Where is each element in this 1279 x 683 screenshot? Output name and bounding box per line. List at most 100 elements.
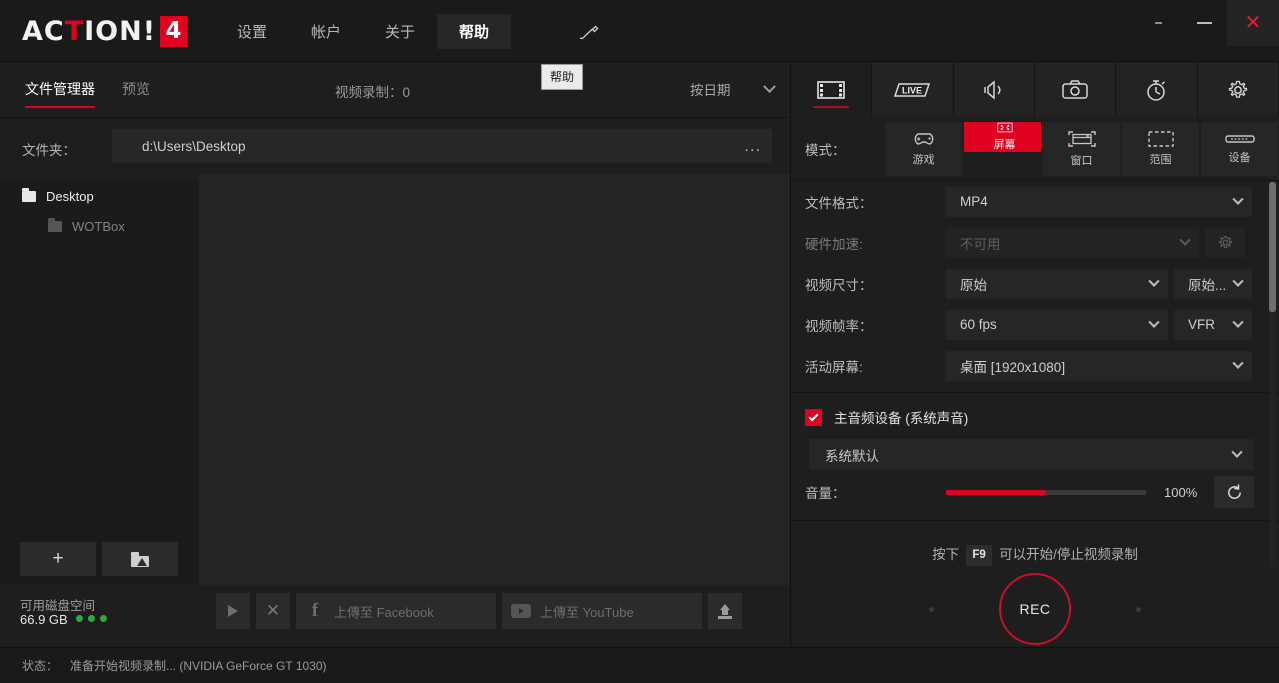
tab-screenshot[interactable] — [1034, 62, 1117, 117]
audio-device-value: 系统默认 — [825, 448, 879, 464]
settings-rows: 文件格式： MP4 硬件加速: 不可用 视频尺寸： 原始 原始... 视频帧率：… — [791, 181, 1279, 667]
nav-item-account[interactable]: 帐户 — [289, 14, 363, 49]
tab-preview[interactable]: 预览 — [122, 79, 150, 106]
window-restore-button[interactable] — [1135, 0, 1181, 46]
nav-item-about[interactable]: 关于 — [363, 14, 437, 49]
folder-icon — [22, 187, 36, 202]
camera-icon — [1062, 79, 1088, 99]
tree-item-wotbox[interactable]: WOTBox — [0, 211, 199, 241]
youtube-icon — [511, 604, 531, 618]
frame-rate-mode-dropdown[interactable]: VFR — [1174, 309, 1252, 340]
sort-dropdown-value: 按日期 — [690, 83, 731, 98]
volume-value: 100% — [1164, 484, 1198, 500]
play-icon — [228, 605, 238, 617]
folder-tree: Desktop WOTBox — [0, 181, 199, 585]
mode-button-screen[interactable]: 屏幕 — [964, 121, 1041, 152]
upload-button[interactable] — [708, 593, 742, 629]
help-tooltip: 帮助 — [541, 64, 584, 90]
chevron-down-icon — [1232, 275, 1244, 287]
video-size-dropdown[interactable]: 原始 — [946, 268, 1168, 299]
record-button[interactable]: REC — [999, 573, 1071, 645]
media-toolbar: ✕ f 上傳至 Facebook 上傳至 YouTube — [216, 593, 742, 629]
status-text: 准备开始视频录制... (NVIDIA GeForce GT 1030) — [70, 659, 327, 673]
active-screen-dropdown[interactable]: 桌面 [1920x1080] — [946, 350, 1252, 381]
logo-version-badge: 4 — [160, 15, 188, 47]
main-audio-label: 主音频设备 (系统声音) — [834, 411, 969, 426]
mode-buttons: 游戏 屏幕 窗口 范围 设备 — [885, 121, 1278, 176]
volume-slider[interactable] — [946, 489, 1146, 495]
folder-browse-button[interactable]: ... — [738, 133, 768, 159]
mode-button-window[interactable]: 窗口 — [1043, 121, 1120, 176]
play-button[interactable] — [216, 593, 250, 629]
row-video-size: 视频尺寸： 原始 原始... — [791, 263, 1279, 304]
mode-button-region[interactable]: 范围 — [1122, 121, 1199, 176]
tab-file-manager[interactable]: 文件管理器 — [25, 79, 95, 108]
logo-wordmark: ACTION! — [22, 15, 157, 47]
chevron-down-icon — [1148, 316, 1160, 328]
folder-icon — [48, 217, 62, 232]
nav-item-settings[interactable]: 设置 — [215, 14, 289, 49]
window-close-button[interactable]: ✕ — [1227, 0, 1279, 46]
window-icon — [1067, 131, 1096, 147]
film-strip-icon — [817, 80, 845, 99]
status-label: 状态： — [22, 659, 59, 673]
record-dot-right — [1136, 607, 1141, 612]
video-size-secondary-dropdown[interactable]: 原始... — [1174, 268, 1252, 299]
gamepad-icon — [914, 133, 933, 145]
mode-tabbar: LIVE — [791, 62, 1279, 117]
volume-reset-button[interactable] — [1214, 476, 1254, 508]
up-folder-icon — [131, 551, 149, 567]
recording-settings-panel: LIVE 模式： 游戏 屏幕 窗口 范围 设备 文件格式： MP4 硬件加速: … — [790, 62, 1279, 647]
svg-text:LIVE: LIVE — [902, 85, 922, 95]
recordings-count: 视频录制：0 — [335, 85, 411, 100]
record-area: 按下 F9 可以开始/停止视频录制 REC — [791, 527, 1279, 667]
file-format-dropdown[interactable]: MP4 — [946, 186, 1252, 217]
chevron-down-icon — [1148, 275, 1160, 287]
file-format-label: 文件格式： — [805, 195, 873, 211]
settings-scrollbar-track[interactable] — [1269, 182, 1276, 567]
tab-live[interactable]: LIVE — [872, 62, 954, 117]
delete-button[interactable]: ✕ — [256, 593, 290, 629]
nav-item-help[interactable]: 帮助 — [437, 14, 512, 49]
upload-youtube-label: 上傳至 YouTube — [540, 604, 634, 620]
frame-rate-value: 60 fps — [960, 317, 997, 332]
tree-item-desktop[interactable]: Desktop — [0, 181, 199, 211]
row-active-screen: 活动屏幕: 桌面 [1920x1080] — [791, 345, 1279, 386]
tab-benchmark[interactable] — [1116, 62, 1198, 117]
upload-youtube-button[interactable]: 上傳至 YouTube — [502, 593, 702, 629]
volume-label: 音量： — [805, 486, 846, 501]
upload-facebook-button[interactable]: f 上傳至 Facebook — [296, 593, 496, 629]
hw-accel-settings-button[interactable] — [1205, 227, 1245, 258]
window-controls: ✕ — [1135, 0, 1279, 46]
frame-rate-mode-value: VFR — [1188, 317, 1215, 332]
chevron-down-icon — [1232, 357, 1244, 369]
close-icon: ✕ — [1244, 12, 1262, 34]
mode-button-device[interactable]: 设备 — [1201, 121, 1278, 176]
tab-video[interactable] — [791, 62, 873, 117]
settings-scrollbar-thumb[interactable] — [1269, 182, 1276, 312]
live-icon: LIVE — [894, 82, 931, 97]
row-frame-rate: 视频帧率： 60 fps VFR — [791, 304, 1279, 345]
folder-path-field[interactable]: d:\Users\Desktop ... — [112, 129, 772, 163]
folder-label: 文件夹： — [22, 143, 76, 158]
parent-folder-button[interactable] — [102, 542, 178, 576]
sort-dropdown[interactable]: 按日期 — [690, 78, 776, 100]
pen-icon[interactable] — [577, 20, 601, 44]
mode-button-label: 屏幕 — [993, 138, 1016, 151]
audio-device-dropdown[interactable]: 系统默认 — [809, 439, 1253, 470]
add-folder-button[interactable]: + — [20, 542, 96, 576]
folder-path-value: d:\Users\Desktop — [142, 138, 246, 154]
mode-button-game[interactable]: 游戏 — [885, 121, 962, 176]
main-audio-checkbox[interactable] — [805, 408, 822, 426]
tab-settings[interactable] — [1197, 62, 1279, 117]
row-audio-device-toggle: 主音频设备 (系统声音) — [791, 399, 1279, 435]
disk-status-dots — [76, 615, 107, 622]
record-dot-left — [929, 607, 934, 612]
frame-rate-dropdown[interactable]: 60 fps — [946, 309, 1168, 340]
mode-button-label: 范围 — [1149, 154, 1172, 166]
tab-audio[interactable] — [953, 62, 1035, 117]
divider — [791, 392, 1279, 393]
mode-button-label: 窗口 — [1070, 155, 1093, 167]
file-format-value: MP4 — [960, 194, 988, 209]
window-minimize-button[interactable] — [1181, 0, 1227, 46]
